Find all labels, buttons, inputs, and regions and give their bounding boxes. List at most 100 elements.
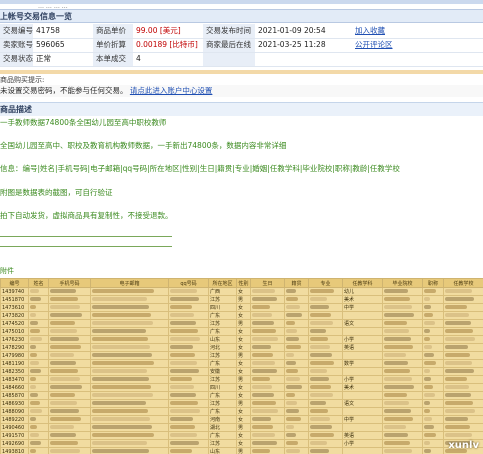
sheet-cell [308,319,343,328]
redacted-value [286,401,297,405]
sheet-cell [443,407,483,416]
sheet-cell [90,359,169,368]
sheet-cell [382,447,423,454]
sheet-cell [250,351,285,360]
redacted-value [252,337,278,341]
sheet-cell [308,431,343,440]
sheet-cell [382,391,423,400]
sheet-cell [308,367,343,376]
sheet-cell: 男 [236,295,251,304]
sheet-cell [168,367,209,376]
redacted-value [424,297,430,301]
empty-cell [255,52,352,67]
sheet-cell [168,303,209,312]
sheet-cell [308,391,343,400]
sheet-cell [48,327,91,336]
sheet-cell [443,343,483,352]
attachment-spreadsheet-image[interactable]: 编号 姓名 手机号码 电子邮箱 qq号码 所在地区 性别 生日 籍贯 专业 任教学科 毕业院校 职称 任教… [0,278,483,454]
sheet-cell [28,327,49,336]
sheet-cell: 女 [236,407,251,416]
label-trade-status: 交易状态 [0,52,33,67]
sheet-cell: 小学 [342,375,383,384]
redacted-value [170,345,193,349]
redacted-value [50,345,81,349]
sheet-cell [48,359,91,368]
redacted-value [50,297,78,301]
redacted-value [445,385,469,389]
redacted-value [286,409,299,413]
redacted-value [30,433,39,437]
redacted-value [424,409,430,413]
description-section-title: 商品描述 [0,102,483,116]
sheet-row: 1474520 江苏男 语文 [0,319,483,328]
sheet-cell [382,319,423,328]
redacted-value [445,305,467,309]
sheet-cell [382,399,423,408]
sheet-cell [342,407,383,416]
sheet-cell [382,359,423,368]
sheet-body: 1439740 广西女幼儿 1451870 江苏男美术 1473610 四川女中学 1473… [0,287,483,454]
sheet-cell [422,287,444,296]
sheet-cell [250,399,285,408]
sheet-cell [422,351,444,360]
sheet-cell: 女 [236,439,251,448]
sheet-cell [250,303,285,312]
redacted-value [30,305,36,309]
redacted-value [30,441,41,445]
sheet-cell [250,383,285,392]
sheet-cell [284,375,309,384]
redacted-value [424,313,433,317]
redacted-value [424,425,434,429]
public-comments-label[interactable]: 公开评论区 [355,40,393,49]
public-comments-link[interactable]: 公开评论区 [352,38,483,53]
sheet-cell [308,311,343,320]
sheet-cell [90,399,169,408]
redacted-value [170,449,192,453]
sheet-cell [168,391,209,400]
sheet-header-cell: 任教学科 [342,278,383,288]
sheet-cell: 美术 [342,295,383,304]
sheet-cell [168,295,209,304]
notice-divider [0,70,483,74]
sheet-cell: 小学 [342,439,383,448]
sheet-cell [250,391,285,400]
redacted-value [50,369,78,373]
redacted-value [92,369,147,373]
redacted-value [310,369,327,373]
redacted-value [92,417,150,421]
sheet-cell [422,335,444,344]
sheet-cell [168,311,209,320]
value-seller-last-online: 2021-03-25 11:28 [255,38,352,53]
add-favorite-label[interactable]: 加入收藏 [355,26,385,35]
redacted-value [384,297,410,301]
sheet-row: 1473820 广东女 [0,311,483,320]
sheet-cell: 1476230 [0,335,29,344]
sheet-header-cell: 毕业院校 [382,278,423,288]
sheet-cell [90,415,169,424]
sheet-row: 1475010 广东女 [0,327,483,336]
redacted-value [92,441,147,445]
sheet-cell [250,447,285,454]
sheet-cell [168,343,209,352]
redacted-value [252,321,274,325]
sheet-cell [382,335,423,344]
redacted-value [384,441,410,445]
sheet-header-cell: 生日 [250,278,285,288]
redacted-value [50,305,80,309]
add-favorite-link[interactable]: 加入收藏 [352,24,483,39]
sheet-cell: 广东 [208,431,237,440]
sheet-cell [443,431,483,440]
sheet-cell [48,447,91,454]
redacted-value [445,345,468,349]
sheet-cell [48,391,91,400]
sheet-cell [422,399,444,408]
redacted-value [310,409,328,413]
redacted-value [424,337,430,341]
sheet-cell [168,447,209,454]
sheet-cell [168,439,209,448]
sheet-cell [443,287,483,296]
redacted-value [50,409,79,413]
redacted-value [286,393,295,397]
sheet-cell [443,375,483,384]
account-settings-link[interactable]: 请点此进入账户中心设置 [130,86,213,95]
